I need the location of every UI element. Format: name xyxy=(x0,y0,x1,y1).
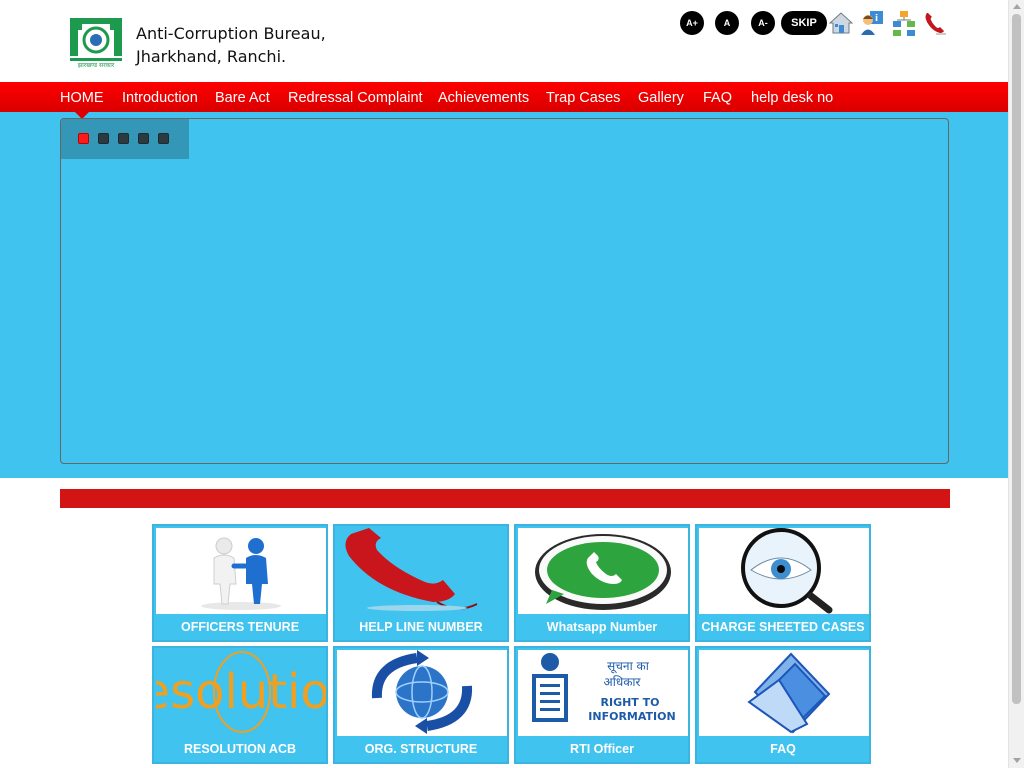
nav-redressal-complaint[interactable]: Redressal Complaint xyxy=(288,90,423,106)
contact-person-icon[interactable]: i xyxy=(859,10,885,36)
globe-arrows-icon xyxy=(337,650,507,736)
tile-org-structure[interactable]: ORG. STRUCTURE xyxy=(333,646,509,764)
sitemap-icon[interactable] xyxy=(891,10,917,36)
slider-dot-5[interactable] xyxy=(158,133,169,144)
slider-dot-3[interactable] xyxy=(118,133,129,144)
nav-achievements[interactable]: Achievements xyxy=(438,90,529,106)
scroll-up-arrow-icon[interactable] xyxy=(1013,4,1021,9)
svg-text:झारखण्ड सरकार: झारखण्ड सरकार xyxy=(78,62,115,68)
telephone-receiver-icon xyxy=(337,528,507,614)
font-decrease-button[interactable]: A- xyxy=(751,11,775,35)
phone-icon[interactable] xyxy=(922,10,948,36)
nav-home[interactable]: HOME xyxy=(60,90,104,106)
tile-charge-sheeted-cases[interactable]: CHARGE SHEETED CASES xyxy=(695,524,871,642)
tile-label: RTI Officer xyxy=(570,742,634,756)
tile-label: RESOLUTION ACB xyxy=(183,742,297,756)
rti-hindi-text-2: अधिकार xyxy=(604,675,642,689)
slider-dot-4[interactable] xyxy=(138,133,149,144)
nav-help-desk[interactable]: help desk no xyxy=(751,90,833,106)
page: झारखण्ड सरकार Anti-Corruption Bureau, Jh… xyxy=(0,0,1024,768)
tile-resolution-acb[interactable]: resolution RESOLUTION ACB xyxy=(152,646,328,764)
nav-gallery[interactable]: Gallery xyxy=(638,90,684,106)
resolution-text-icon: resolution xyxy=(156,650,326,736)
vertical-scrollbar[interactable] xyxy=(1008,0,1024,768)
tile-faq[interactable]: FAQ xyxy=(695,646,871,764)
tile-label: FAQ xyxy=(770,742,796,756)
site-title-line1: Anti-Corruption Bureau, xyxy=(136,24,326,43)
font-normal-button[interactable]: A xyxy=(715,11,739,35)
nav-trap-cases[interactable]: Trap Cases xyxy=(546,90,620,106)
svg-text:i: i xyxy=(875,14,878,24)
tile-whatsapp-number[interactable]: Whatsapp Number xyxy=(514,524,690,642)
nav-faq[interactable]: FAQ xyxy=(703,90,732,106)
resolution-image-text: resolution xyxy=(156,664,326,720)
tile-officers-tenure[interactable]: OFFICERS TENURE xyxy=(152,524,328,642)
font-increase-button[interactable]: A+ xyxy=(680,11,704,35)
tile-label: HELP LINE NUMBER xyxy=(359,620,483,634)
main-nav: HOME Introduction Bare Act Redressal Com… xyxy=(0,82,1008,112)
site-header: झारखण्ड सरकार Anti-Corruption Bureau, Jh… xyxy=(0,0,1008,82)
tile-rti-officer[interactable]: सूचना का अधिकार RIGHT TO INFORMATION RTI… xyxy=(514,646,690,764)
skip-button[interactable]: SKIP xyxy=(781,11,827,35)
nav-bare-act[interactable]: Bare Act xyxy=(215,90,270,106)
scrollbar-thumb[interactable] xyxy=(1012,14,1021,704)
red-divider-bar xyxy=(60,489,950,508)
rti-english-text-2: INFORMATION xyxy=(588,710,675,723)
slider-dot-2[interactable] xyxy=(98,133,109,144)
whatsapp-icon xyxy=(518,528,688,614)
scroll-down-arrow-icon[interactable] xyxy=(1013,758,1021,763)
site-title-line2: Jharkhand, Ranchi. xyxy=(136,47,287,66)
tile-label: OFFICERS TENURE xyxy=(180,620,300,634)
tile-help-line-number[interactable]: HELP LINE NUMBER xyxy=(333,524,509,642)
handshake-icon xyxy=(156,528,326,614)
tile-label: Whatsapp Number xyxy=(546,620,658,634)
rti-english-text-1: RIGHT TO xyxy=(601,696,660,709)
slider-dot-1[interactable] xyxy=(78,133,89,144)
jharkhand-emblem-icon[interactable]: झारखण्ड सरकार xyxy=(68,14,124,68)
nav-introduction[interactable]: Introduction xyxy=(122,90,198,106)
blue-folder-icon xyxy=(699,650,869,736)
tile-label: CHARGE SHEETED CASES xyxy=(701,620,865,634)
right-to-information-icon: सूचना का अधिकार RIGHT TO INFORMATION xyxy=(518,650,688,736)
slider-pagination xyxy=(61,119,189,159)
site-title: Anti-Corruption Bureau, Jharkhand, Ranch… xyxy=(136,22,326,68)
tile-label: ORG. STRUCTURE xyxy=(364,742,478,756)
home-icon[interactable] xyxy=(828,10,854,36)
magnifier-eye-icon xyxy=(699,528,869,614)
image-slider[interactable] xyxy=(60,118,949,464)
rti-hindi-text-1: सूचना का xyxy=(607,659,650,674)
